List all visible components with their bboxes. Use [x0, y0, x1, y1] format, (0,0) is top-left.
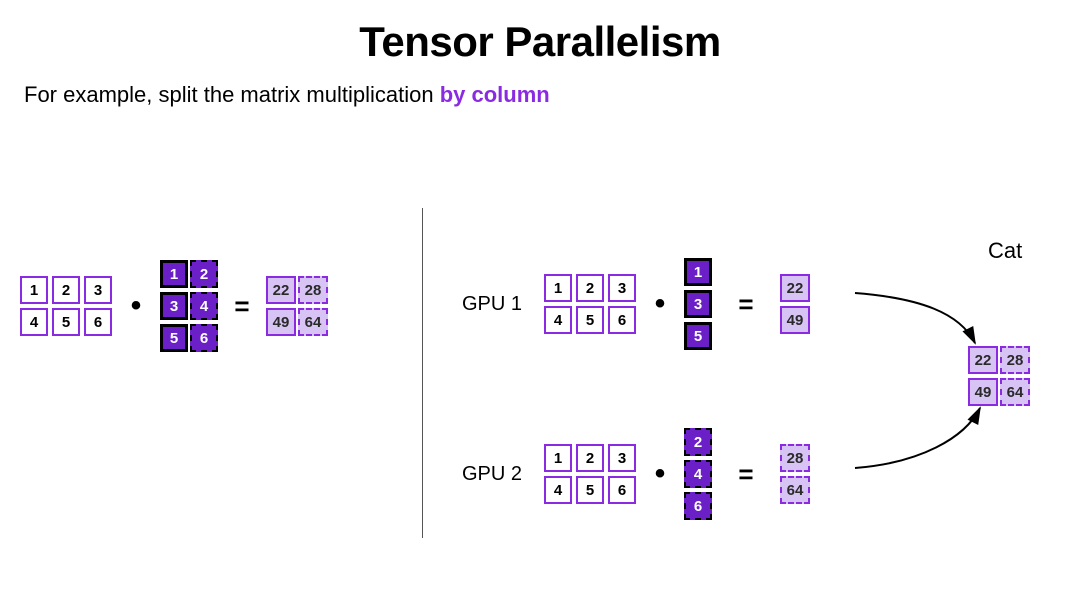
- matrix-cell: 28: [298, 276, 328, 304]
- matrix-cell: 2: [190, 260, 218, 288]
- divider-line: [422, 208, 423, 538]
- matrix-cell: 4: [20, 308, 48, 336]
- matrix-cell: 5: [52, 308, 80, 336]
- matrix-c-gpu1: 22 49: [780, 274, 810, 334]
- matrix-c-concat-col1: 22 49: [968, 346, 998, 406]
- page-title: Tensor Parallelism: [0, 18, 1080, 66]
- subtitle-prefix: For example, split the matrix multiplica…: [24, 82, 440, 107]
- matrix-cell: 4: [544, 306, 572, 334]
- matrix-cell: 2: [684, 428, 712, 456]
- matrix-cell: 1: [160, 260, 188, 288]
- matrix-cell: 22: [968, 346, 998, 374]
- arrow-gpu2-to-cat: [855, 408, 980, 468]
- matrix-b-col2: 2 4 6: [190, 260, 218, 352]
- gpu2-equation: GPU 2 1 2 3 4 5 6 • 2 4 6 = 28 64: [462, 428, 810, 520]
- matrix-c-col2: 28 64: [298, 276, 328, 336]
- matrix-cell: 2: [52, 276, 80, 304]
- concat-arrows: [0, 168, 1080, 593]
- matrix-a-left: 1 2 3 4 5 6: [20, 276, 112, 336]
- dot-operator: •: [646, 460, 674, 488]
- matrix-c-concat-col2: 28 64: [1000, 346, 1030, 406]
- matrix-cell: 28: [1000, 346, 1030, 374]
- matrix-c-left: 22 49 28 64: [266, 276, 328, 336]
- matrix-cell: 6: [608, 476, 636, 504]
- gpu1-equation: GPU 1 1 2 3 4 5 6 • 1 3 5 = 22 49: [462, 258, 810, 350]
- matrix-cell: 6: [684, 492, 712, 520]
- equals-operator: =: [228, 292, 256, 320]
- matrix-cell: 1: [544, 444, 572, 472]
- gpu2-label: GPU 2: [462, 463, 534, 486]
- matrix-cell: 49: [968, 378, 998, 406]
- matrix-b-gpu1: 1 3 5: [684, 258, 712, 350]
- full-equation: 1 2 3 4 5 6 • 1 3 5 2 4 6 = 22 49: [20, 260, 328, 352]
- dot-operator: •: [646, 290, 674, 318]
- matrix-cell: 5: [576, 476, 604, 504]
- matrix-cell: 3: [608, 444, 636, 472]
- matrix-b-gpu2: 2 4 6: [684, 428, 712, 520]
- matrix-c-gpu2: 28 64: [780, 444, 810, 504]
- matrix-c-col1: 22 49: [266, 276, 296, 336]
- matrix-cell: 1: [544, 274, 572, 302]
- matrix-cell: 4: [190, 292, 218, 320]
- matrix-cell: 64: [1000, 378, 1030, 406]
- matrix-cell: 3: [84, 276, 112, 304]
- matrix-cell: 49: [780, 306, 810, 334]
- matrix-cell: 1: [684, 258, 712, 286]
- diagram-stage: 1 2 3 4 5 6 • 1 3 5 2 4 6 = 22 49: [0, 168, 1080, 593]
- gpu1-label: GPU 1: [462, 293, 534, 316]
- matrix-cell: 22: [780, 274, 810, 302]
- equals-operator: =: [722, 290, 770, 318]
- matrix-cell: 6: [190, 324, 218, 352]
- matrix-cell: 2: [576, 274, 604, 302]
- matrix-cell: 6: [84, 308, 112, 336]
- matrix-a-gpu2: 1 2 3 4 5 6: [544, 444, 636, 504]
- arrow-gpu1-to-cat: [855, 293, 975, 343]
- matrix-cell: 49: [266, 308, 296, 336]
- matrix-a-gpu1: 1 2 3 4 5 6: [544, 274, 636, 334]
- matrix-cell: 4: [684, 460, 712, 488]
- matrix-cell: 4: [544, 476, 572, 504]
- equals-operator: =: [722, 460, 770, 488]
- matrix-cell: 22: [266, 276, 296, 304]
- matrix-b-col1: 1 3 5: [160, 260, 188, 352]
- matrix-cell: 5: [576, 306, 604, 334]
- matrix-cell: 28: [780, 444, 810, 472]
- matrix-cell: 3: [160, 292, 188, 320]
- matrix-cell: 6: [608, 306, 636, 334]
- subtitle: For example, split the matrix multiplica…: [24, 82, 1080, 108]
- cat-label: Cat: [988, 238, 1022, 264]
- matrix-cell: 5: [160, 324, 188, 352]
- matrix-b-left: 1 3 5 2 4 6: [160, 260, 218, 352]
- matrix-cell: 2: [576, 444, 604, 472]
- matrix-cell: 64: [298, 308, 328, 336]
- subtitle-accent: by column: [440, 82, 550, 107]
- matrix-c-concat: 22 49 28 64: [968, 346, 1030, 406]
- matrix-cell: 5: [684, 322, 712, 350]
- matrix-cell: 64: [780, 476, 810, 504]
- matrix-cell: 1: [20, 276, 48, 304]
- matrix-cell: 3: [608, 274, 636, 302]
- dot-operator: •: [122, 292, 150, 320]
- matrix-cell: 3: [684, 290, 712, 318]
